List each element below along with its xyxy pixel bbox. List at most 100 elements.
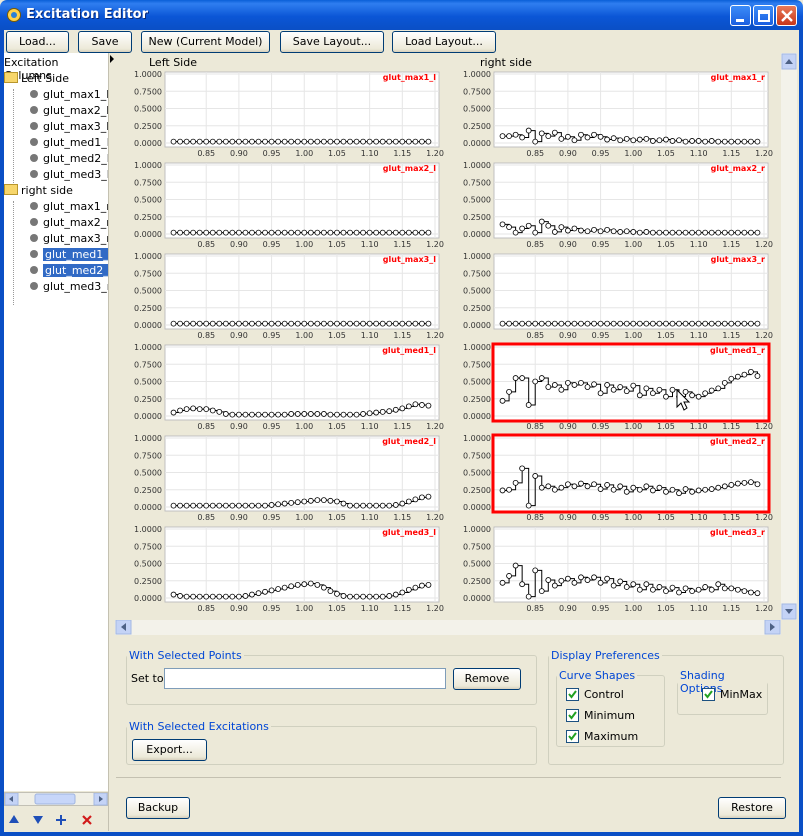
up-arrow-icon[interactable]	[9, 815, 19, 823]
tree-item[interactable]: glut_med3_l	[30, 167, 108, 183]
x-tick-label: 1.05	[657, 604, 675, 613]
plot-panel[interactable]: 0.0000 0.2500 0.5000 0.7500 1.0000 0.85 0.90 0.…	[134, 70, 444, 158]
data-point	[721, 320, 728, 327]
data-point	[419, 582, 425, 589]
maximize-icon[interactable]	[753, 5, 774, 26]
minimum-checkbox[interactable]: Minimum	[566, 709, 635, 723]
plot-panel[interactable]: 0.0000 0.2500 0.5000 0.7500 1.0000 0.85 0.90 0.…	[463, 70, 773, 158]
plot-panel[interactable]: 0.0000 0.2500 0.5000 0.7500 1.0000 0.85 0.90 0.…	[134, 525, 444, 613]
data-point	[366, 410, 373, 417]
close-icon[interactable]	[776, 5, 797, 26]
export-button[interactable]: Export...	[132, 739, 207, 761]
x-tick-label: 1.05	[657, 422, 675, 431]
delete-icon[interactable]	[82, 815, 92, 825]
data-point	[715, 385, 722, 392]
data-point	[623, 488, 630, 495]
x-tick-label: 1.20	[755, 331, 773, 340]
plot-panel[interactable]: 0.0000 0.2500 0.5000 0.7500 1.0000 0.85 0.90 0.…	[134, 252, 444, 340]
data-point	[558, 224, 565, 230]
control-checkbox[interactable]: Control	[566, 688, 624, 702]
data-point	[177, 502, 183, 509]
tree-item[interactable]: glut_med1_l	[30, 135, 108, 151]
plot-panel[interactable]: 0.0000 0.2500 0.5000 0.7500 1.0000 0.85 0.90 0.…	[134, 434, 444, 522]
tree-item[interactable]: glut_med3_r	[30, 279, 108, 295]
data-point	[525, 320, 532, 327]
data-point	[643, 135, 650, 142]
restore-button[interactable]: Restore	[718, 797, 786, 819]
plot-panel[interactable]: 0.0000 0.2500 0.5000 0.7500 1.0000 0.85 0.90 0.…	[134, 343, 444, 431]
title-bar: Excitation Editor	[0, 0, 803, 30]
data-point	[676, 589, 682, 596]
data-point	[327, 497, 334, 504]
minimize-icon[interactable]	[730, 5, 751, 26]
data-point	[728, 585, 735, 592]
tree-item[interactable]: glut_max1_l	[30, 87, 108, 103]
load-button[interactable]: Load...	[6, 31, 69, 53]
backup-button[interactable]: Backup	[126, 797, 190, 819]
load-layout-button[interactable]: Load Layout...	[392, 31, 496, 53]
tree-item[interactable]: glut_med2_l	[30, 151, 108, 167]
tree-item-selected[interactable]: glut_med1_r	[30, 247, 108, 263]
x-tick-label: 1.10	[690, 331, 708, 340]
data-point	[551, 229, 558, 235]
y-tick-label: 0.7500	[134, 87, 162, 96]
save-layout-button[interactable]: Save Layout...	[280, 31, 384, 53]
selected-excitations-legend: With Selected Excitations	[129, 720, 269, 733]
data-point	[663, 229, 669, 236]
down-arrow-icon[interactable]	[33, 816, 43, 824]
data-point	[373, 502, 380, 509]
data-point	[314, 497, 321, 503]
data-point	[597, 133, 604, 140]
remove-button[interactable]: Remove	[453, 668, 521, 690]
set-to-input[interactable]	[164, 668, 446, 689]
chart-vertical-scrollbar[interactable]	[781, 53, 797, 620]
tree-item[interactable]: glut_max2_r	[30, 215, 108, 231]
x-tick-label: 1.15	[722, 604, 740, 613]
data-point	[656, 386, 663, 393]
plot-panel[interactable]: 0.0000 0.2500 0.5000 0.7500 1.0000 0.85 0.90 0.…	[463, 525, 773, 613]
data-point	[425, 320, 432, 327]
data-point	[734, 586, 741, 593]
data-point	[610, 582, 617, 589]
data-point	[425, 138, 432, 145]
tree-item[interactable]: glut_max3_r	[30, 231, 108, 247]
plot-panel[interactable]: 0.0000 0.2500 0.5000 0.7500 1.0000 0.85 0.90 0.…	[463, 433, 773, 522]
window-title: Excitation Editor	[26, 7, 148, 22]
data-point	[216, 320, 223, 327]
y-tick-label: 0.7500	[463, 87, 491, 96]
plot-panel[interactable]: 0.0000 0.2500 0.5000 0.7500 1.0000 0.85 0.90 0.…	[134, 161, 444, 249]
plot-panel[interactable]: 0.0000 0.2500 0.5000 0.7500 1.0000 0.85 0.90 0.…	[463, 252, 773, 340]
data-point	[519, 320, 526, 327]
y-tick-label: 0.2500	[134, 213, 162, 222]
add-icon[interactable]	[56, 815, 66, 825]
data-point	[262, 588, 268, 595]
plots-svg[interactable]: 0.0000 0.2500 0.5000 0.7500 1.0000 0.85 0.90 0.…	[115, 53, 781, 620]
tree-horizontal-scrollbar[interactable]	[4, 792, 108, 806]
new-current-model-button[interactable]: New (Current Model)	[141, 31, 270, 53]
data-point	[334, 229, 340, 236]
plot-panel[interactable]: 0.0000 0.2500 0.5000 0.7500 1.0000 0.85 0.90 0.…	[463, 161, 773, 249]
data-point	[734, 320, 741, 327]
tree-item-label: glut_med3_r	[43, 280, 108, 293]
tree-item[interactable]: glut_max2_l	[30, 103, 108, 119]
data-point	[281, 320, 288, 327]
data-point	[532, 567, 539, 574]
save-button[interactable]: Save	[78, 31, 132, 53]
data-point	[591, 381, 597, 388]
data-point	[405, 320, 412, 327]
plot-panel[interactable]: 0.0000 0.2500 0.5000 0.7500 1.0000 0.85 0.90 0.…	[463, 342, 773, 431]
data-point	[242, 593, 249, 599]
tree-item[interactable]: glut_max1_r	[30, 199, 108, 215]
tree-item-selected[interactable]: glut_med2_r	[30, 263, 108, 279]
data-point	[499, 133, 506, 139]
tree-group-left-side[interactable]: Left Side	[4, 71, 69, 87]
minmax-checkbox[interactable]: MinMax	[702, 688, 762, 702]
tree-group-right-side[interactable]: right side	[4, 183, 73, 199]
splitter[interactable]	[108, 53, 115, 831]
tree-item[interactable]: glut_max3_l	[30, 119, 108, 135]
y-tick-label: 1.0000	[134, 70, 162, 79]
data-point	[715, 229, 722, 236]
maximum-checkbox[interactable]: Maximum	[566, 730, 638, 744]
chart-horizontal-scrollbar[interactable]	[115, 619, 781, 635]
data-point	[334, 411, 340, 418]
